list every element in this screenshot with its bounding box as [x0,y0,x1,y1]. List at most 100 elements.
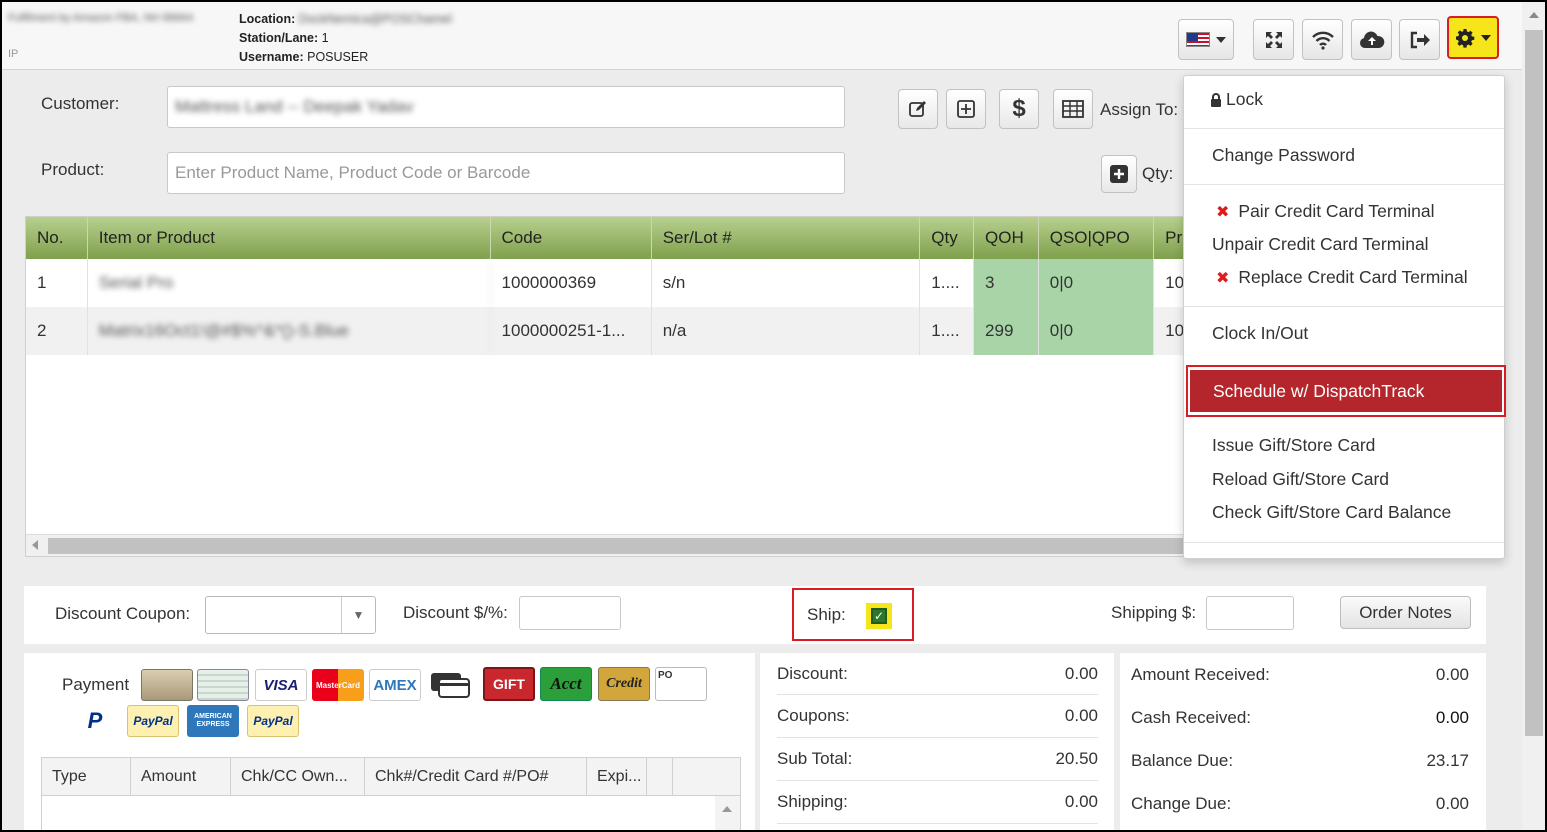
menu-item-lock[interactable]: Lock [1210,89,1263,110]
col-owner[interactable]: Chk/CC Own... [231,758,365,795]
cell-item: Serial Pro [88,259,491,307]
menu-item-dispatchtrack[interactable]: Schedule w/ DispatchTrack [1190,370,1502,412]
add-customer-button[interactable] [946,89,986,129]
top-bar: Fulfilment by Amazon FBA, NH 88664 IP Lo… [2,2,1522,70]
menu-divider [1184,128,1504,129]
cell-code: 1000000251-1... [491,307,652,355]
menu-divider [1184,306,1504,307]
scrollbar-thumb[interactable] [48,538,1188,554]
coupons-total-label: Coupons: [777,706,850,725]
edit-customer-button[interactable] [898,89,938,129]
cloud-upload-icon [1359,31,1384,48]
cloud-upload-button[interactable] [1351,19,1392,60]
ship-checkbox[interactable]: ✓ [871,608,887,624]
dispatch-highlight: Schedule w/ DispatchTrack [1186,365,1506,417]
menu-item-reload-gift[interactable]: Reload Gift/Store Card [1212,469,1389,490]
chevron-down-icon [1216,36,1226,43]
menu-item-pair-terminal[interactable]: ✖ Pair Credit Card Terminal [1216,201,1435,222]
amex-icon[interactable]: AMEX [369,669,421,701]
discount-label: Discount $/%: [403,603,508,622]
change-due-row: Change Due: 0.00 [1131,782,1469,825]
cards-icon[interactable] [427,669,475,701]
paypal-icon[interactable]: PayPal [127,705,179,737]
ship-label: Ship: [807,605,846,624]
menu-item-issue-gift[interactable]: Issue Gift/Store Card [1212,435,1375,456]
scrollbar-thumb[interactable] [1525,30,1543,736]
discount-total-value: 0.00 [1064,663,1098,683]
table-row[interactable]: 2 Matrix16Oct1!@#$%^&*()-S.Blue 10000002… [26,307,1194,355]
order-notes-button[interactable]: Order Notes [1340,596,1471,629]
check-icon[interactable] [197,669,249,701]
balance-due-value: 23.17 [1426,750,1469,770]
col-expiry[interactable]: Expi... [587,758,647,795]
col-qoh[interactable]: QOH [974,217,1039,259]
balance-due-label: Balance Due: [1131,750,1234,770]
dollar-icon: $ [1012,95,1026,122]
col-number[interactable]: Chk#/Credit Card #/PO# [365,758,587,795]
menu-item-clock[interactable]: Clock In/Out [1212,323,1308,344]
scroll-left-icon[interactable] [32,540,38,550]
paypal-icon[interactable]: PayPal [247,705,299,737]
change-due-value: 0.00 [1435,793,1469,813]
cell-qoh: 3 [974,259,1039,307]
menu-item-unpair-terminal[interactable]: Unpair Credit Card Terminal [1212,234,1429,255]
shipping-total-row: Shipping: 0.00 [777,781,1098,824]
location-value: DockNemica@POSChamel [298,12,452,26]
menu-item-change-password[interactable]: Change Password [1212,145,1355,166]
col-code[interactable]: Code [491,217,652,259]
payment-label: Payment [62,675,130,694]
cash-received-row: Cash Received: 0.00 [1131,696,1469,739]
payment-panel: Payment VISA MasterCard AMEX GIFT Acct C… [24,653,755,830]
col-no[interactable]: No. [26,217,88,259]
menu-item-replace-terminal[interactable]: ✖ Replace Credit Card Terminal [1216,267,1468,288]
col-amount[interactable]: Amount [131,758,231,795]
gift-icon[interactable]: GIFT [483,667,535,701]
price-button[interactable]: $ [999,89,1039,129]
scroll-up-icon[interactable] [722,806,732,812]
cell-no: 2 [26,307,88,355]
discount-coupon-select[interactable]: ▼ [205,596,376,634]
shipping-input[interactable] [1206,596,1294,630]
product-search-input[interactable]: Enter Product Name, Product Code or Barc… [167,152,845,194]
table-row[interactable]: 1 Serial Pro 1000000369 s/n 1.... 3 0|0 … [26,259,1194,307]
language-button[interactable] [1178,19,1234,60]
visa-icon[interactable]: VISA [255,669,307,701]
col-ser[interactable]: Ser/Lot # [652,217,921,259]
page-scrollbar[interactable] [1522,2,1545,830]
wifi-button[interactable] [1302,19,1343,60]
customer-field[interactable]: Mattress Land -- Deepak Yadav [167,86,845,128]
col-qty[interactable]: Qty [920,217,975,259]
cash-received-value: 0.00 [1435,707,1469,727]
username-label: Username: [239,50,304,64]
cell-ser: s/n [652,259,921,307]
discount-input[interactable] [519,596,621,630]
discount-total-label: Discount: [777,663,848,683]
amount-received-row: Amount Received: 0.00 [1131,653,1469,696]
acct-icon[interactable]: Acct [540,667,592,701]
cash-icon[interactable] [141,669,193,701]
credit-icon[interactable]: Credit [598,667,650,701]
paypal-p-icon[interactable]: P [69,705,121,737]
col-item[interactable]: Item or Product [88,217,491,259]
po-icon[interactable]: PO [655,667,707,701]
customer-value: Mattress Land -- Deepak Yadav [175,97,414,116]
session-info: Location: DockNemica@POSChamel Station/L… [239,10,452,67]
col-type[interactable]: Type [42,758,131,795]
table-view-button[interactable] [1053,89,1093,129]
payments-scrollbar[interactable] [715,796,740,830]
amex-express-icon[interactable]: AMERICAN EXPRESS [187,705,239,737]
payments-table: Type Amount Chk/CC Own... Chk#/Credit Ca… [41,757,741,830]
horizontal-scrollbar[interactable] [26,534,1194,556]
fullscreen-button[interactable] [1253,19,1294,60]
logout-button[interactable] [1399,19,1440,60]
red-x-icon: ✖ [1216,269,1230,287]
menu-item-check-gift[interactable]: Check Gift/Store Card Balance [1212,502,1451,523]
add-product-button[interactable] [1101,155,1137,193]
mastercard-icon[interactable]: MasterCard [312,669,364,701]
settings-button[interactable] [1447,16,1499,59]
chevron-down-icon [1481,34,1491,41]
scroll-up-icon[interactable] [1529,12,1539,18]
balance-due-row: Balance Due: 23.17 [1131,739,1469,782]
username-value: POSUSER [307,50,369,64]
col-qso[interactable]: QSO|QPO [1039,217,1155,259]
